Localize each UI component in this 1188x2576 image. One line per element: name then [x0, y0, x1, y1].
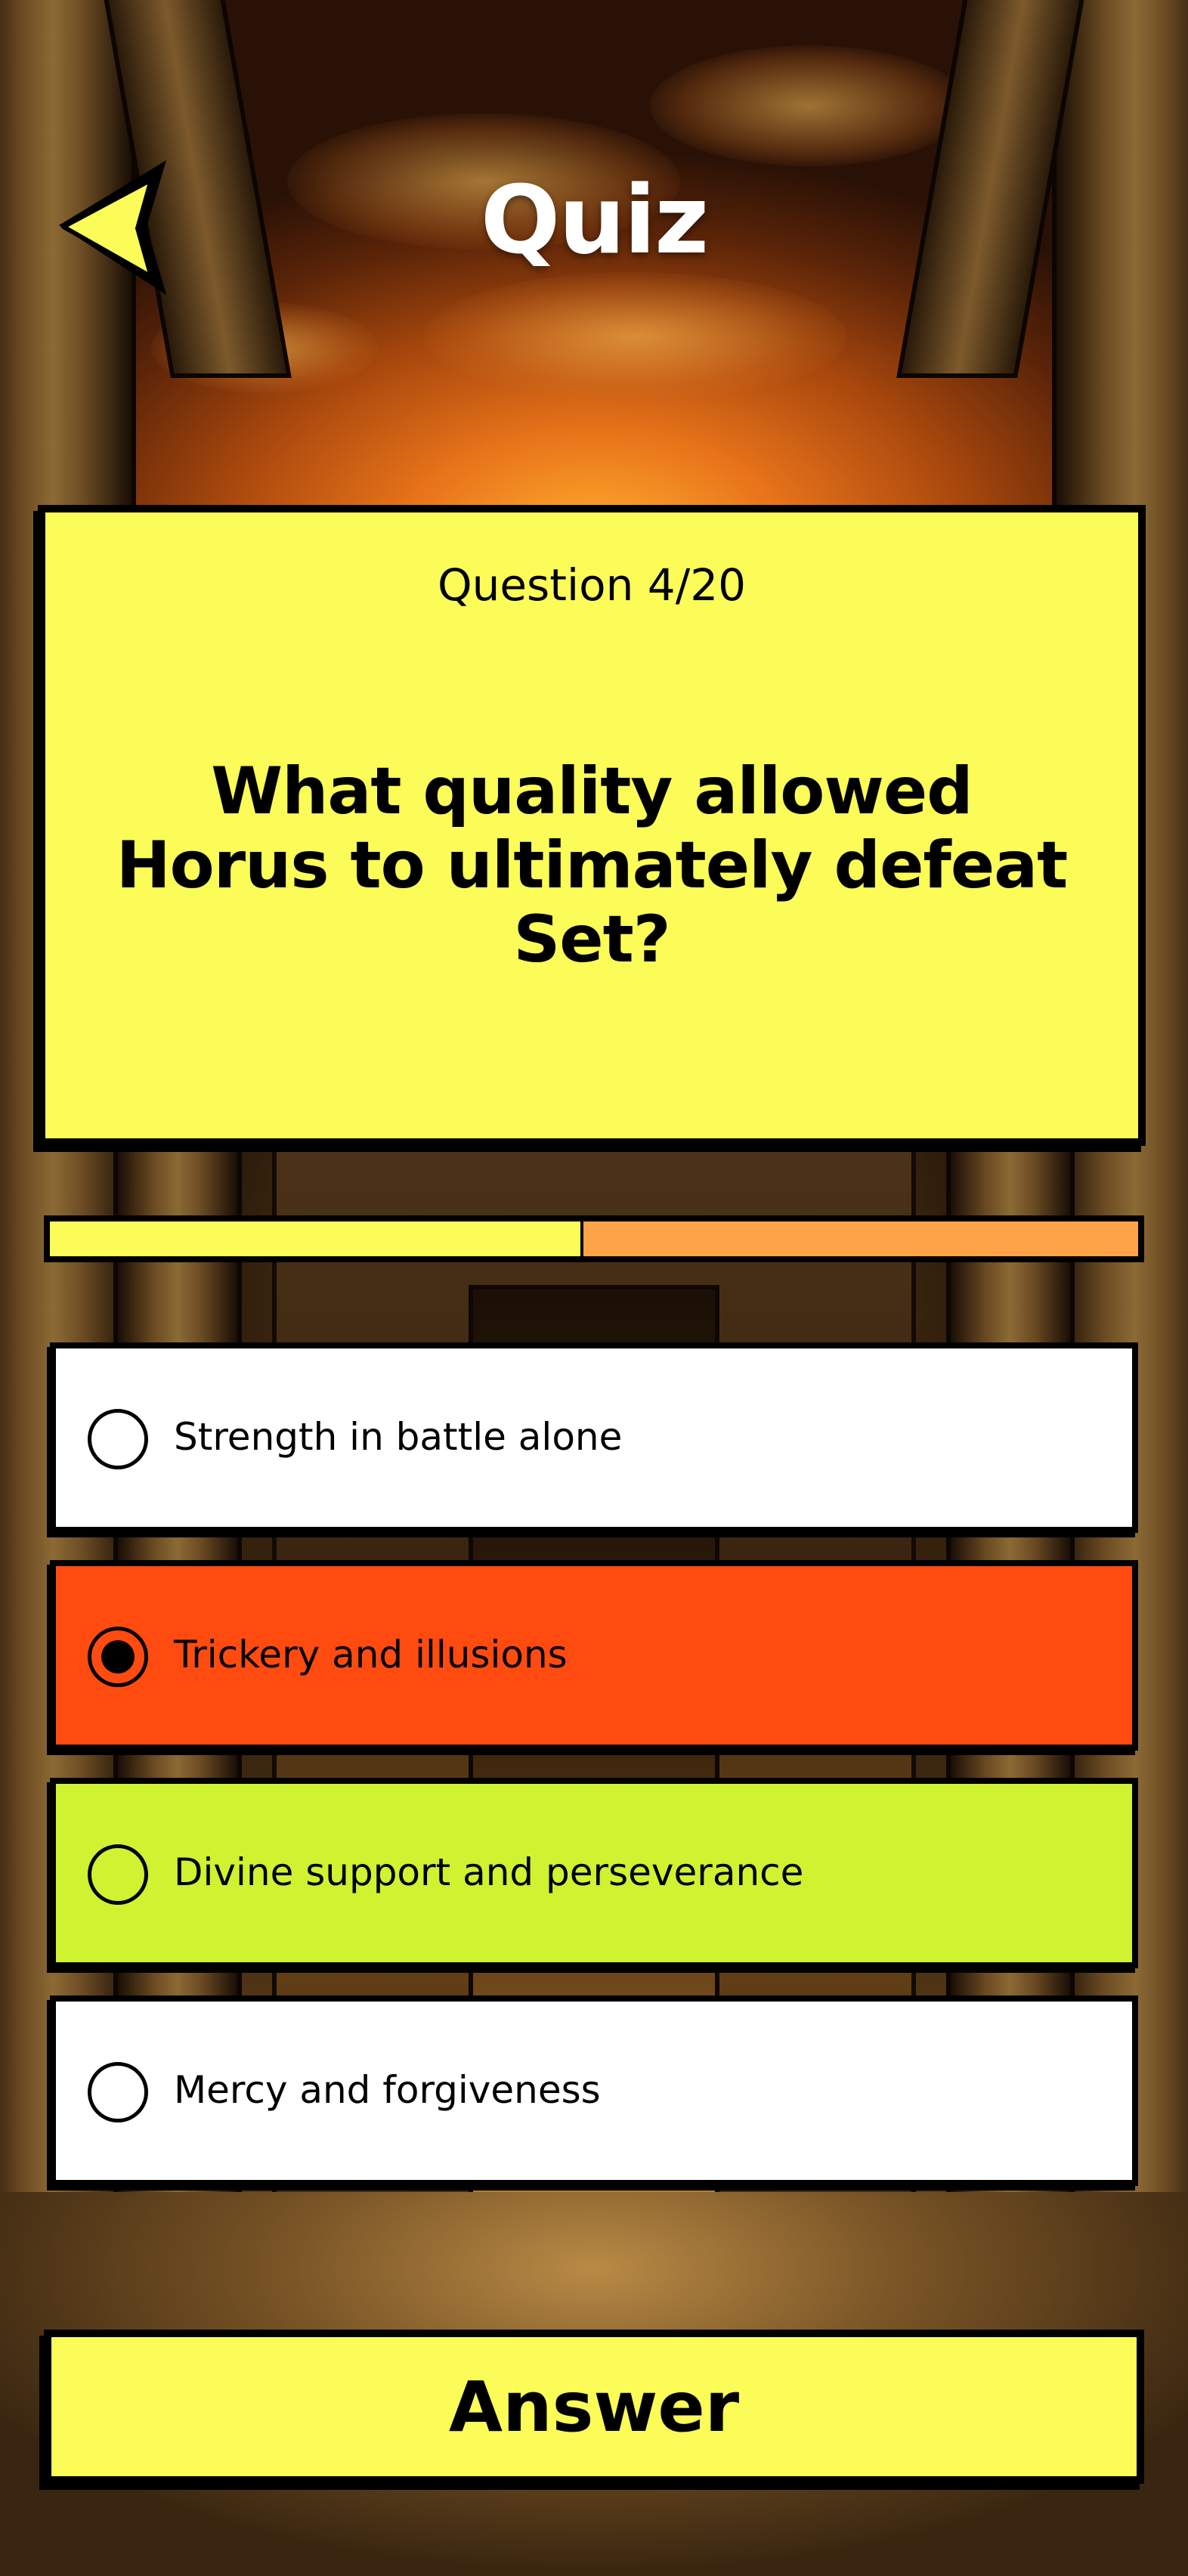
- radio-button[interactable]: [88, 1627, 148, 1687]
- option-label: Mercy and forgiveness: [174, 2068, 601, 2112]
- option-strength-in-battle[interactable]: Strength in battle alone: [50, 1342, 1138, 1533]
- option-trickery-and-illusions[interactable]: Trickery and illusions: [50, 1560, 1138, 1751]
- progress-fill: [50, 1221, 583, 1256]
- option-label: Divine support and perseverance: [174, 1850, 804, 1894]
- option-label: Trickery and illusions: [174, 1633, 568, 1677]
- radio-button[interactable]: [88, 1844, 148, 1905]
- background-scene: [0, 0, 1188, 2576]
- option-divine-support[interactable]: Divine support and perseverance: [50, 1778, 1138, 1968]
- option-mercy-and-forgiveness[interactable]: Mercy and forgiveness: [50, 1995, 1138, 2186]
- option-label: Strength in battle alone: [174, 1415, 623, 1459]
- question-card: Question 4/20 What quality allowed Horus…: [38, 505, 1146, 1146]
- progress-bar: [44, 1215, 1144, 1262]
- answer-button[interactable]: Answer: [44, 2330, 1144, 2484]
- radio-selected-dot: [101, 1640, 135, 1673]
- question-text: What quality allowed Horus to ultimately…: [116, 754, 1069, 977]
- radio-button[interactable]: [88, 2062, 148, 2122]
- radio-button[interactable]: [88, 1409, 148, 1469]
- question-counter: Question 4/20: [437, 559, 747, 611]
- page-title: Quiz: [480, 166, 709, 275]
